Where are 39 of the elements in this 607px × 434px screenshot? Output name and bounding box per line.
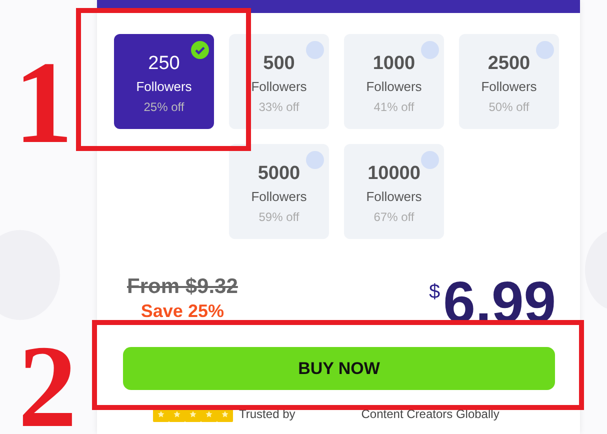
check-icon (191, 41, 209, 59)
price: 6.99 (443, 275, 556, 331)
annotation-number: 1 (14, 44, 73, 162)
follower-count: 2500 (488, 53, 530, 75)
follower-count: 10000 (368, 163, 420, 185)
package-option[interactable]: 250 Followers 25% off (114, 34, 214, 129)
discount-label: 41% off (374, 100, 414, 114)
savings-label: Save 25% (140, 301, 224, 322)
original-price: From $9.32 (127, 275, 238, 299)
discount-label: 50% off (488, 100, 530, 114)
unit-label: Followers (251, 79, 307, 94)
follower-count: 5000 (258, 163, 300, 185)
unit-label: Followers (366, 79, 422, 94)
package-option[interactable]: 2500 Followers 50% off (459, 34, 559, 129)
unit-label: Followers (251, 189, 307, 204)
radio-circle (421, 151, 439, 169)
follower-count: 250 (148, 53, 180, 75)
package-option[interactable]: 5000 Followers 59% off (229, 144, 329, 239)
buy-now-button[interactable]: BUY NOW (123, 347, 555, 390)
unit-label: Followers (136, 79, 192, 94)
radio-circle (421, 41, 439, 59)
radio-circle (306, 41, 324, 59)
discount-label: 67% off (374, 210, 414, 224)
radio-circle (536, 41, 554, 59)
package-option[interactable]: 10000 Followers 67% off (344, 144, 444, 239)
trust-text: Content Creators Globally (361, 407, 500, 421)
trust-text: Trusted by (239, 407, 296, 421)
discount-label: 25% off (144, 100, 184, 114)
discount-label: 59% off (258, 210, 300, 224)
follower-count: 1000 (372, 53, 416, 75)
package-option[interactable]: 500 Followers 33% off (229, 34, 329, 129)
package-option[interactable]: 1000 Followers 41% off (344, 34, 444, 129)
radio-circle (306, 151, 324, 169)
currency-symbol: $ (428, 281, 440, 304)
unit-label: Followers (481, 79, 537, 94)
discount-label: 33% off (258, 100, 300, 114)
unit-label: Followers (366, 189, 422, 204)
annotation-number: 2 (18, 328, 77, 434)
follower-count: 500 (263, 53, 295, 75)
